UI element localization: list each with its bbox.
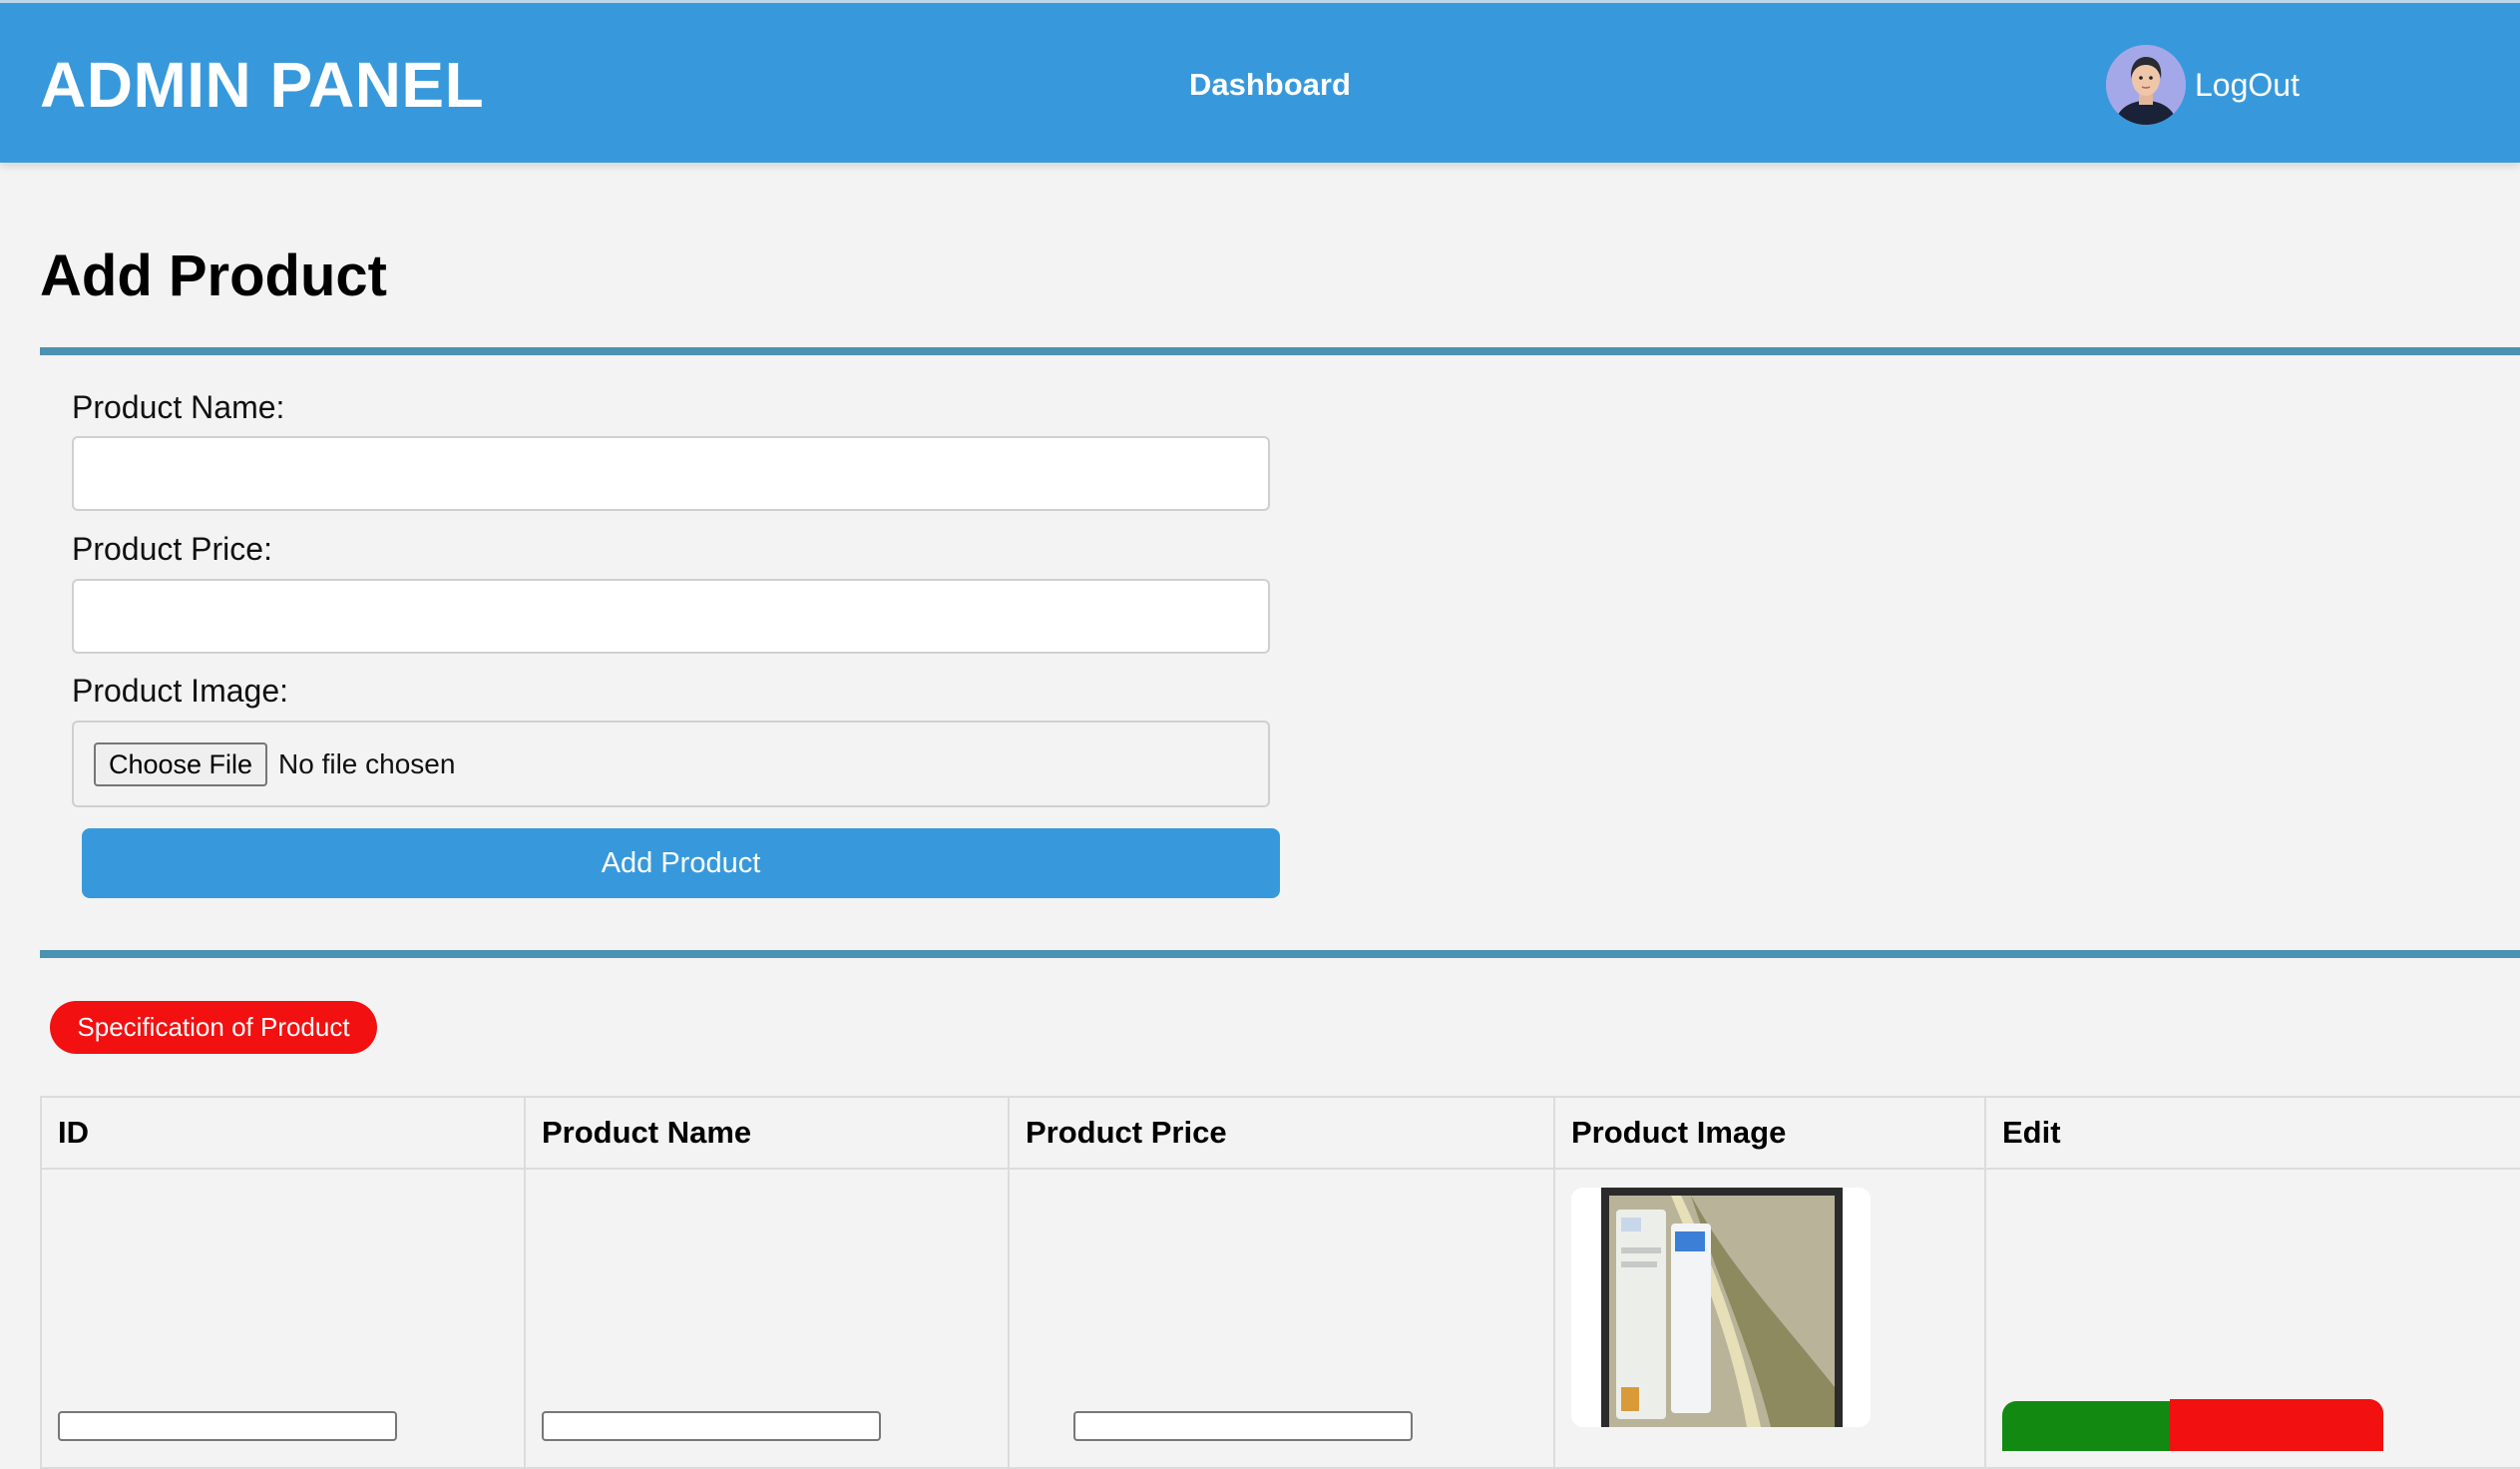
product-image-label: Product Image: (72, 673, 288, 709)
page-title: Add Product (40, 244, 387, 308)
user-avatar[interactable] (2106, 45, 2186, 125)
product-name-cell (524, 1168, 1010, 1469)
add-product-button[interactable]: Add Product (82, 828, 1280, 898)
delete-button[interactable] (2170, 1399, 2383, 1451)
edit-button[interactable] (2002, 1401, 2170, 1451)
row-product-name-input[interactable] (542, 1411, 881, 1441)
column-header-product-name: Product Name (524, 1096, 1010, 1170)
product-name-label: Product Name: (72, 389, 285, 425)
section-divider (40, 950, 2520, 958)
table-header-row: ID Product Name Product Price Product Im… (40, 1096, 2520, 1170)
column-header-edit: Edit (1984, 1096, 2520, 1170)
avatar-photo-icon (2106, 45, 2186, 125)
nav-dashboard-link[interactable]: Dashboard (1189, 67, 1351, 103)
product-price-label: Product Price: (72, 531, 272, 567)
product-price-cell (1008, 1168, 1555, 1469)
choose-file-button[interactable]: Choose File (94, 742, 267, 786)
top-navbar: ADMIN PANEL Dashboard LogOut (0, 0, 2520, 163)
product-image-cell (1553, 1168, 1986, 1469)
id-cell (40, 1168, 526, 1469)
column-header-product-image: Product Image (1553, 1096, 1986, 1170)
specification-badge[interactable]: Specification of Product (50, 1001, 377, 1054)
products-table: ID Product Name Product Price Product Im… (40, 1096, 2520, 1469)
product-price-input[interactable] (72, 579, 1270, 654)
laptop-image-icon (1571, 1188, 1871, 1427)
section-divider (40, 347, 2520, 355)
product-thumbnail (1571, 1188, 1871, 1427)
product-image-file-input[interactable]: Choose File No file chosen (72, 721, 1270, 807)
product-name-input[interactable] (72, 436, 1270, 511)
table-row (40, 1168, 2520, 1469)
column-header-id: ID (40, 1096, 526, 1170)
edit-cell (1984, 1168, 2520, 1469)
row-product-price-input[interactable] (1073, 1411, 1413, 1441)
brand-title: ADMIN PANEL (40, 49, 485, 121)
logout-link[interactable]: LogOut (2195, 67, 2300, 104)
column-header-product-price: Product Price (1008, 1096, 1555, 1170)
id-input[interactable] (58, 1411, 397, 1441)
file-status-text: No file chosen (278, 748, 456, 779)
